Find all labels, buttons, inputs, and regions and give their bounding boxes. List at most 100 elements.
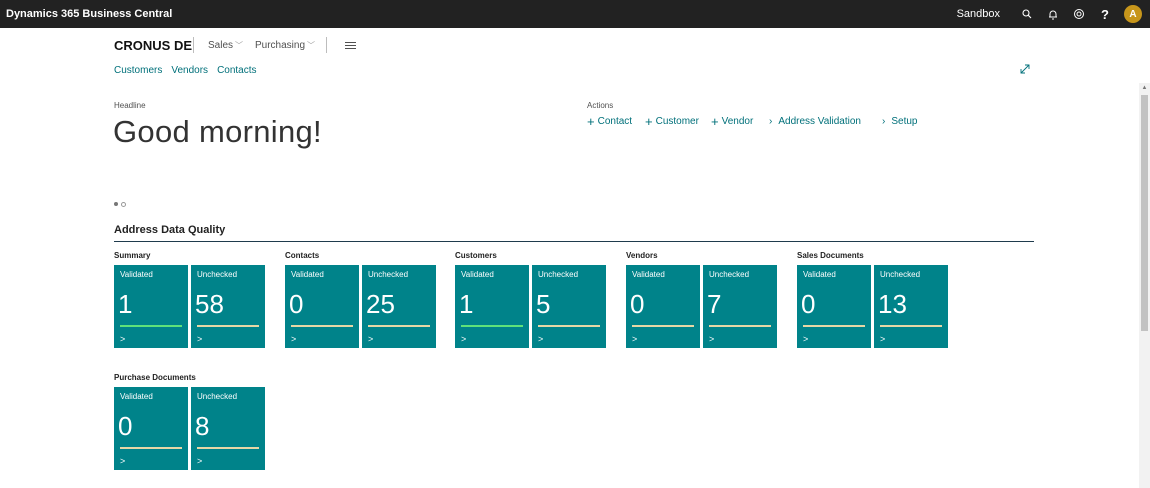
tile-unchecked[interactable]: Unchecked 7 >: [703, 265, 777, 348]
tile-label: Validated: [120, 270, 153, 279]
link-customers[interactable]: Customers: [114, 65, 162, 76]
tile-label: Unchecked: [197, 270, 238, 279]
chevron-right-icon: >: [291, 334, 297, 344]
tile-indicator-bar: [197, 447, 259, 449]
tile-label: Unchecked: [538, 270, 579, 279]
tile-value: 0: [289, 289, 304, 319]
tile-validated[interactable]: Validated 1 >: [114, 265, 188, 348]
tile-indicator-bar: [632, 325, 694, 327]
group-title: Customers: [455, 251, 497, 260]
plus-icon: +: [587, 113, 595, 129]
tile-value: 13: [878, 289, 907, 319]
tile-indicator-bar: [368, 325, 430, 327]
tile-unchecked[interactable]: Unchecked 25 >: [362, 265, 436, 348]
tile-value: 1: [459, 289, 474, 319]
nav-divider: [326, 37, 327, 53]
tile-indicator-bar: [291, 325, 353, 327]
gear-icon[interactable]: [1066, 0, 1092, 28]
tile-label: Validated: [632, 270, 665, 279]
chevron-right-icon: >: [197, 334, 203, 344]
tile-unchecked[interactable]: Unchecked 58 >: [191, 265, 265, 348]
action-new-vendor[interactable]: + Vendor: [711, 113, 753, 129]
scroll-up-icon[interactable]: ▲: [1139, 83, 1150, 93]
tile-validated[interactable]: Validated 0 >: [626, 265, 700, 348]
action-new-customer[interactable]: + Customer: [645, 113, 699, 129]
chevron-right-icon: ›: [769, 116, 773, 127]
tile-value: 1: [118, 289, 133, 319]
tile-validated[interactable]: Validated 0 >: [797, 265, 871, 348]
chevron-right-icon: >: [803, 334, 809, 344]
nav-menu-purchasing[interactable]: Purchasing ﹀: [255, 40, 315, 51]
chevron-right-icon: >: [538, 334, 544, 344]
tile-value: 5: [536, 289, 551, 319]
tile-label: Validated: [291, 270, 324, 279]
tile-value: 7: [707, 289, 722, 319]
section-divider: [114, 241, 1034, 242]
actions-label: Actions: [587, 101, 614, 110]
tile-value: 0: [630, 289, 645, 319]
scroll-thumb[interactable]: [1141, 95, 1148, 331]
tile-value: 0: [118, 411, 133, 441]
section-title: Address Data Quality: [114, 224, 226, 236]
nav-links: Customers Vendors Contacts: [114, 65, 257, 76]
tile-indicator-bar: [538, 325, 600, 327]
plus-icon: +: [645, 113, 653, 129]
action-new-contact[interactable]: + Contact: [587, 113, 632, 129]
action-label: Customer: [655, 116, 699, 127]
chevron-down-icon: ﹀: [307, 41, 316, 50]
chevron-right-icon: >: [120, 456, 126, 466]
carousel-dots: [114, 202, 126, 207]
tile-indicator-bar: [120, 447, 182, 449]
nav-menu-sales[interactable]: Sales ﹀: [208, 40, 243, 51]
chevron-right-icon: >: [120, 334, 126, 344]
chevron-right-icon: >: [461, 334, 467, 344]
avatar[interactable]: A: [1124, 5, 1142, 23]
group-title: Vendors: [626, 251, 658, 260]
chevron-right-icon: ›: [882, 116, 886, 127]
chevron-right-icon: >: [632, 334, 638, 344]
action-label: Setup: [891, 116, 918, 127]
top-bar: Dynamics 365 Business Central Sandbox ? …: [0, 0, 1150, 28]
tile-value: 58: [195, 289, 224, 319]
search-icon[interactable]: [1014, 0, 1040, 28]
tile-unchecked[interactable]: Unchecked 5 >: [532, 265, 606, 348]
expand-icon[interactable]: [1019, 62, 1031, 74]
chevron-right-icon: >: [197, 456, 203, 466]
nav-divider: [193, 37, 194, 53]
action-setup[interactable]: › Setup: [882, 116, 917, 127]
tile-value: 25: [366, 289, 395, 319]
action-address-validation[interactable]: › Address Validation: [769, 116, 861, 127]
tile-label: Unchecked: [880, 270, 921, 279]
tile-value: 0: [801, 289, 816, 319]
chevron-right-icon: >: [368, 334, 374, 344]
carousel-dot-active[interactable]: [114, 202, 118, 206]
tile-indicator-bar: [709, 325, 771, 327]
tile-indicator-bar: [461, 325, 523, 327]
company-name[interactable]: CRONUS DE: [114, 38, 192, 53]
tile-validated[interactable]: Validated 0 >: [285, 265, 359, 348]
top-bar-actions: Sandbox ? A: [957, 0, 1150, 28]
tile-unchecked[interactable]: Unchecked 8 >: [191, 387, 265, 470]
environment-label: Sandbox: [956, 8, 1000, 20]
app-title[interactable]: Dynamics 365 Business Central: [6, 8, 172, 20]
link-contacts[interactable]: Contacts: [217, 65, 256, 76]
chevron-right-icon: >: [709, 334, 715, 344]
link-vendors[interactable]: Vendors: [171, 65, 208, 76]
chevron-right-icon: >: [880, 334, 886, 344]
tile-indicator-bar: [880, 325, 942, 327]
tile-indicator-bar: [120, 325, 182, 327]
tile-label: Unchecked: [197, 392, 238, 401]
tile-label: Validated: [803, 270, 836, 279]
bell-icon[interactable]: [1040, 0, 1066, 28]
carousel-dot[interactable]: [121, 202, 126, 207]
help-icon[interactable]: ?: [1092, 0, 1118, 28]
hamburger-menu-icon[interactable]: [345, 42, 356, 51]
plus-icon: +: [711, 113, 719, 129]
action-label: Address Validation: [778, 116, 861, 127]
tile-unchecked[interactable]: Unchecked 13 >: [874, 265, 948, 348]
tile-validated[interactable]: Validated 1 >: [455, 265, 529, 348]
group-title: Contacts: [285, 251, 320, 260]
vertical-scrollbar[interactable]: ▲: [1139, 83, 1150, 488]
tile-validated[interactable]: Validated 0 >: [114, 387, 188, 470]
tile-label: Validated: [120, 392, 153, 401]
